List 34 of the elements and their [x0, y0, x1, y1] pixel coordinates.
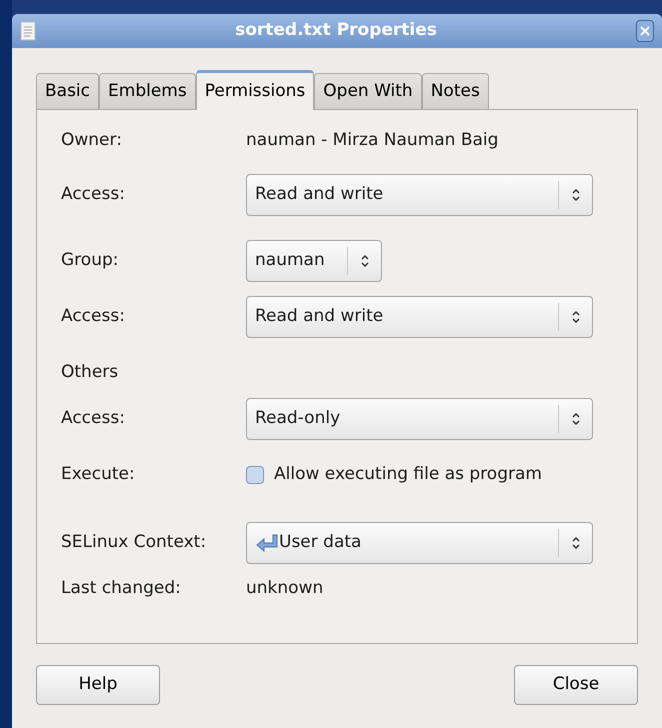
- tab[interactable]: Basic: [36, 73, 100, 109]
- up-down-chevron-icon: [360, 253, 370, 269]
- field-value: nauman - Mirza Nauman Baig: [246, 129, 498, 152]
- field-label: Last changed:: [61, 577, 182, 600]
- up-down-chevron-icon: [570, 535, 580, 551]
- field-value: unknown: [246, 577, 324, 600]
- close-button[interactable]: [636, 20, 654, 42]
- window-title: sorted.txt Properties: [234, 19, 438, 42]
- tab[interactable]: Notes: [422, 73, 489, 109]
- checkbox-option[interactable]: Allow executing file as program: [246, 462, 542, 488]
- tab[interactable]: Open With: [314, 73, 422, 109]
- field-label: Access:: [61, 305, 126, 328]
- field-label: Group:: [61, 249, 120, 272]
- checkbox[interactable]: [246, 466, 264, 484]
- field-label: Execute:: [61, 463, 136, 486]
- dropdown[interactable]: User data: [246, 522, 593, 564]
- dropdown[interactable]: nauman: [246, 240, 382, 282]
- dialog-button[interactable]: Help: [36, 665, 160, 705]
- field-label: Access:: [61, 407, 126, 430]
- tab[interactable]: Permissions: [196, 70, 314, 110]
- field-label: Owner:: [61, 129, 123, 152]
- dropdown[interactable]: Read and write: [246, 296, 593, 338]
- document-icon: [20, 21, 36, 41]
- dialog-button[interactable]: Close: [514, 665, 638, 705]
- dropdown[interactable]: Read and write: [246, 174, 593, 216]
- dropdown[interactable]: Read-only: [246, 398, 593, 440]
- up-down-chevron-icon: [570, 309, 580, 325]
- field-label: SELinux Context:: [61, 531, 208, 554]
- tab[interactable]: Emblems: [99, 73, 196, 109]
- close-icon: [640, 26, 650, 36]
- up-down-chevron-icon: [570, 411, 580, 427]
- field-label: Access:: [61, 183, 126, 206]
- up-down-chevron-icon: [570, 187, 580, 203]
- field-label: Others: [61, 361, 120, 384]
